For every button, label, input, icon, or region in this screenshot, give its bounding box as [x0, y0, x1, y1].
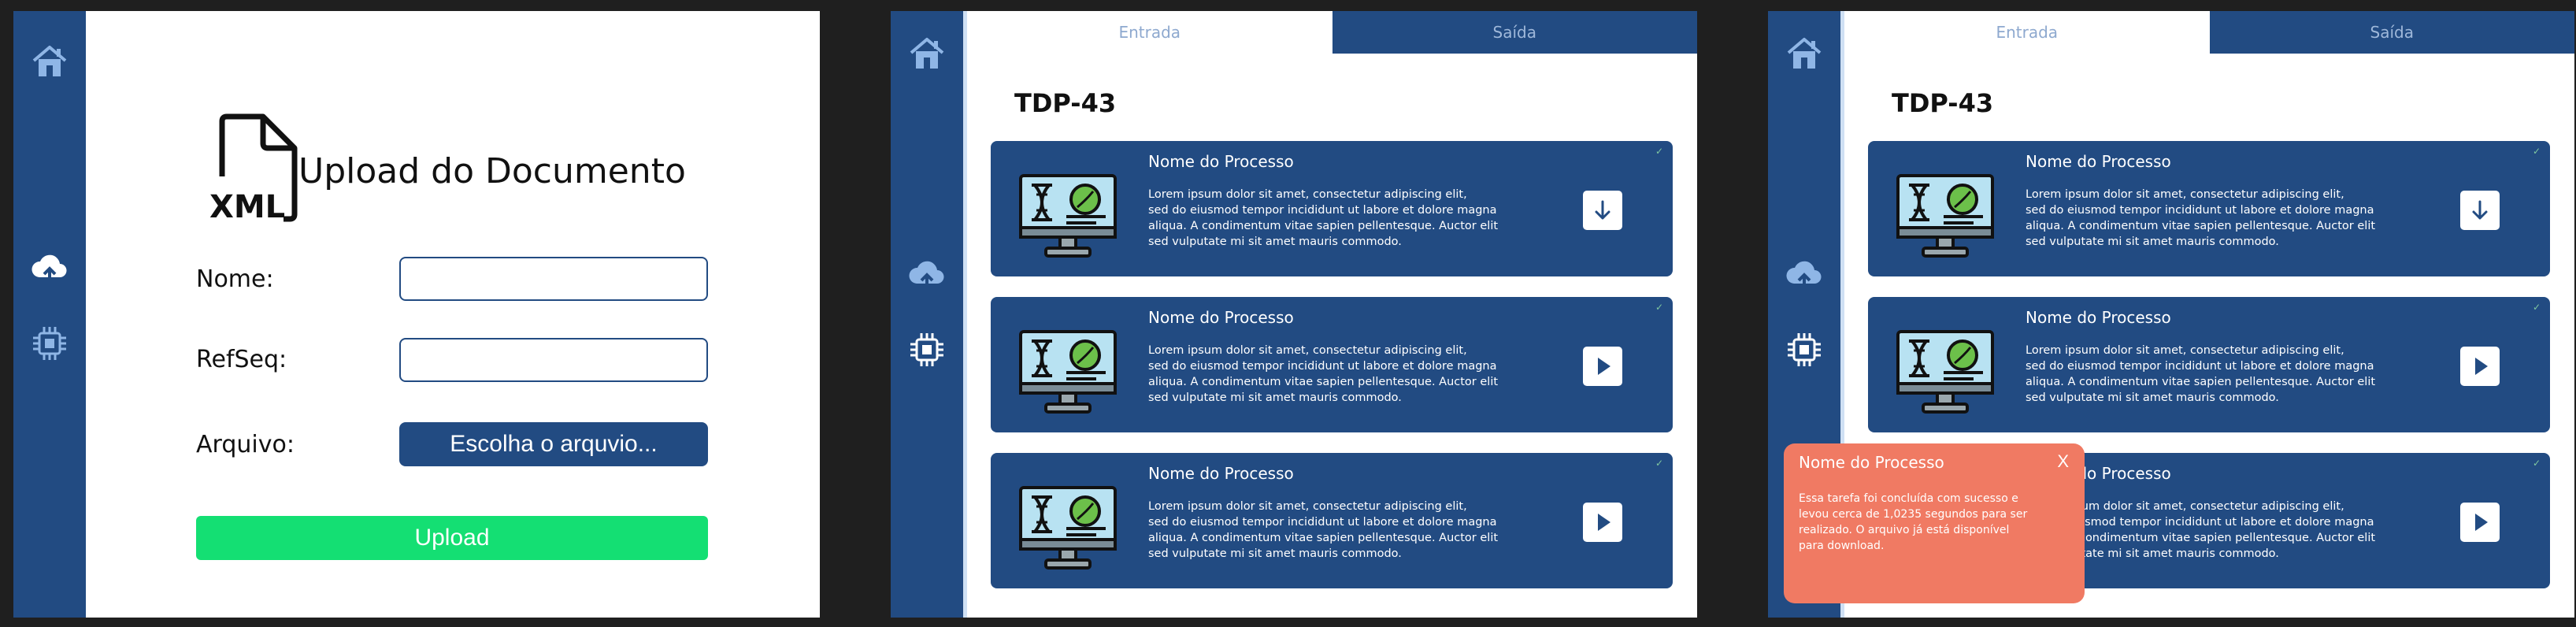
- check-icon: ✓: [2532, 458, 2541, 469]
- card-title: Nome do Processo: [1148, 152, 1294, 171]
- upload-screen: XML Upload do Documento Nome: RefSeq: Ar…: [13, 11, 820, 618]
- cloud-upload-icon[interactable]: [1784, 255, 1825, 296]
- card-description-line: sed vulputate mi sit amet mauris commodo…: [1148, 547, 1402, 560]
- card-description-line: sed vulputate mi sit amet mauris commodo…: [2026, 236, 2279, 248]
- process-card[interactable]: ✓ Nome do Processo Lorem ipsum dolor sit …: [1868, 297, 2550, 432]
- results-screen: Entrada Saída TDP-43 ✓ Nome do Processo L…: [891, 11, 1697, 618]
- xml-file-label: XML: [209, 189, 286, 225]
- choose-file-button[interactable]: Escolha o arquvio...: [399, 422, 708, 466]
- toast-close-button[interactable]: X: [2057, 451, 2069, 472]
- card-description-line: aliqua. A condimentum vitae sapien pelle…: [1148, 532, 1499, 544]
- card-description-line: sed vulputate mi sit amet mauris commodo…: [2026, 391, 2279, 404]
- card-description-line: sed do eiusmod tempor incididunt ut labo…: [1148, 516, 1497, 529]
- card-description-line: sed do eiusmod tempor incididunt ut labo…: [2026, 204, 2374, 217]
- check-icon: ✓: [1655, 146, 1663, 157]
- card-description-line: sed do eiusmod tempor incididunt ut labo…: [2026, 360, 2374, 373]
- tab-bar: Entrada Saída: [1844, 11, 2574, 54]
- sidebar-accent: [963, 11, 967, 618]
- download-arrow-icon: [1590, 198, 1615, 223]
- download-button[interactable]: [1583, 191, 1622, 230]
- play-icon: [2467, 354, 2493, 379]
- check-icon: ✓: [1655, 302, 1663, 313]
- run-button[interactable]: [1583, 347, 1622, 386]
- card-description: Lorem ipsum dolor sit amet, consectetur …: [1148, 499, 1534, 562]
- chip-icon[interactable]: [906, 329, 947, 370]
- download-arrow-icon: [2467, 198, 2493, 223]
- card-description: Lorem ipsum dolor sit amet, consectetur …: [1148, 343, 1534, 406]
- tab-entrada[interactable]: Entrada: [967, 11, 1332, 54]
- check-icon: ✓: [1655, 458, 1663, 469]
- run-button[interactable]: [2460, 347, 2500, 386]
- toast-body-line: levou cerca de 1,0235 segundos para ser: [1799, 508, 2028, 521]
- card-description: Lorem ipsum dolor sit amet, consectetur …: [1148, 187, 1534, 250]
- card-description-line: Lorem ipsum dolor sit amet, consectetur …: [2026, 344, 2344, 357]
- card-title: Nome do Processo: [1148, 464, 1294, 483]
- sidebar: [13, 11, 86, 618]
- xml-file-icon: XML: [206, 113, 309, 232]
- cloud-upload-icon[interactable]: [29, 249, 70, 290]
- page-title: TDP-43: [1892, 88, 1994, 118]
- check-icon: ✓: [2532, 302, 2541, 313]
- card-description-line: Lorem ipsum dolor sit amet, consectetur …: [1148, 188, 1467, 201]
- card-title: Nome do Processo: [1148, 308, 1294, 327]
- card-description: Lorem ipsum dolor sit amet, consectetur …: [2026, 343, 2411, 406]
- card-title: Nome do Processo: [2026, 308, 2171, 327]
- tab-bar: Entrada Saída: [967, 11, 1697, 54]
- card-description-line: sed vulputate mi sit amet mauris commodo…: [1148, 391, 1402, 404]
- dna-monitor-icon: [1017, 484, 1118, 571]
- sidebar: [891, 11, 967, 618]
- home-icon[interactable]: [906, 33, 947, 74]
- home-icon[interactable]: [29, 41, 70, 82]
- play-icon: [1590, 354, 1615, 379]
- card-description-line: sed do eiusmod tempor incididunt ut labo…: [1148, 360, 1497, 373]
- dna-monitor-icon: [1895, 328, 1996, 415]
- process-card[interactable]: ✓ Nome do Processo Lorem ipsum dolor sit …: [991, 453, 1673, 588]
- toast-body-line: Essa tarefa foi concluída com sucesso e: [1799, 492, 2018, 505]
- chip-icon[interactable]: [29, 323, 70, 364]
- page-title: Upload do Documento: [298, 151, 686, 191]
- run-button[interactable]: [2460, 503, 2500, 542]
- card-description-line: aliqua. A condimentum vitae sapien pelle…: [2026, 376, 2376, 388]
- refseq-label: RefSeq:: [196, 346, 287, 373]
- home-icon[interactable]: [1784, 33, 1825, 74]
- card-description-line: sed do eiusmod tempor incididunt ut labo…: [1148, 204, 1497, 217]
- card-description-line: Lorem ipsum dolor sit amet, consectetur …: [1148, 344, 1467, 357]
- dna-monitor-icon: [1017, 173, 1118, 259]
- toast-body-line: realizado. O arquivo já está disponível: [1799, 524, 2010, 536]
- card-description-line: aliqua. A condimentum vitae sapien pelle…: [1148, 376, 1499, 388]
- card-description-line: Lorem ipsum dolor sit amet, consectetur …: [2026, 188, 2344, 201]
- name-label: Nome:: [196, 265, 274, 293]
- notification-toast: Nome do Processo X Essa tarefa foi concl…: [1784, 443, 2085, 603]
- process-card[interactable]: ✓ Nome do Processo Lorem ipsum dolor sit …: [991, 141, 1673, 276]
- refseq-input[interactable]: [399, 338, 708, 382]
- card-title: Nome do Processo: [2026, 152, 2171, 171]
- cloud-upload-icon[interactable]: [906, 255, 947, 296]
- file-label: Arquivo:: [196, 431, 295, 458]
- card-description-line: aliqua. A condimentum vitae sapien pelle…: [2026, 220, 2376, 232]
- tab-saida[interactable]: Saída: [1332, 11, 1697, 54]
- run-button[interactable]: [1583, 503, 1622, 542]
- dna-monitor-icon: [1895, 173, 1996, 259]
- card-description-line: sed vulputate mi sit amet mauris commodo…: [1148, 236, 1402, 248]
- toast-body: Essa tarefa foi concluída com sucesso e …: [1799, 491, 2059, 554]
- page-title: TDP-43: [1014, 88, 1117, 118]
- process-card[interactable]: ✓ Nome do Processo Lorem ipsum dolor sit …: [991, 297, 1673, 432]
- check-icon: ✓: [2532, 146, 2541, 157]
- upload-button[interactable]: Upload: [196, 516, 708, 560]
- card-description-line: aliqua. A condimentum vitae sapien pelle…: [1148, 220, 1499, 232]
- process-card[interactable]: ✓ Nome do Processo Lorem ipsum dolor sit …: [1868, 141, 2550, 276]
- tab-entrada[interactable]: Entrada: [1844, 11, 2210, 54]
- play-icon: [1590, 510, 1615, 535]
- toast-body-line: para download.: [1799, 540, 1885, 552]
- dna-monitor-icon: [1017, 328, 1118, 415]
- card-description-line: Lorem ipsum dolor sit amet, consectetur …: [1148, 500, 1467, 513]
- toast-title: Nome do Processo: [1799, 453, 1944, 472]
- play-icon: [2467, 510, 2493, 535]
- name-input[interactable]: [399, 257, 708, 301]
- chip-icon[interactable]: [1784, 329, 1825, 370]
- download-button[interactable]: [2460, 191, 2500, 230]
- tab-saida[interactable]: Saída: [2209, 11, 2574, 54]
- card-description: Lorem ipsum dolor sit amet, consectetur …: [2026, 187, 2411, 250]
